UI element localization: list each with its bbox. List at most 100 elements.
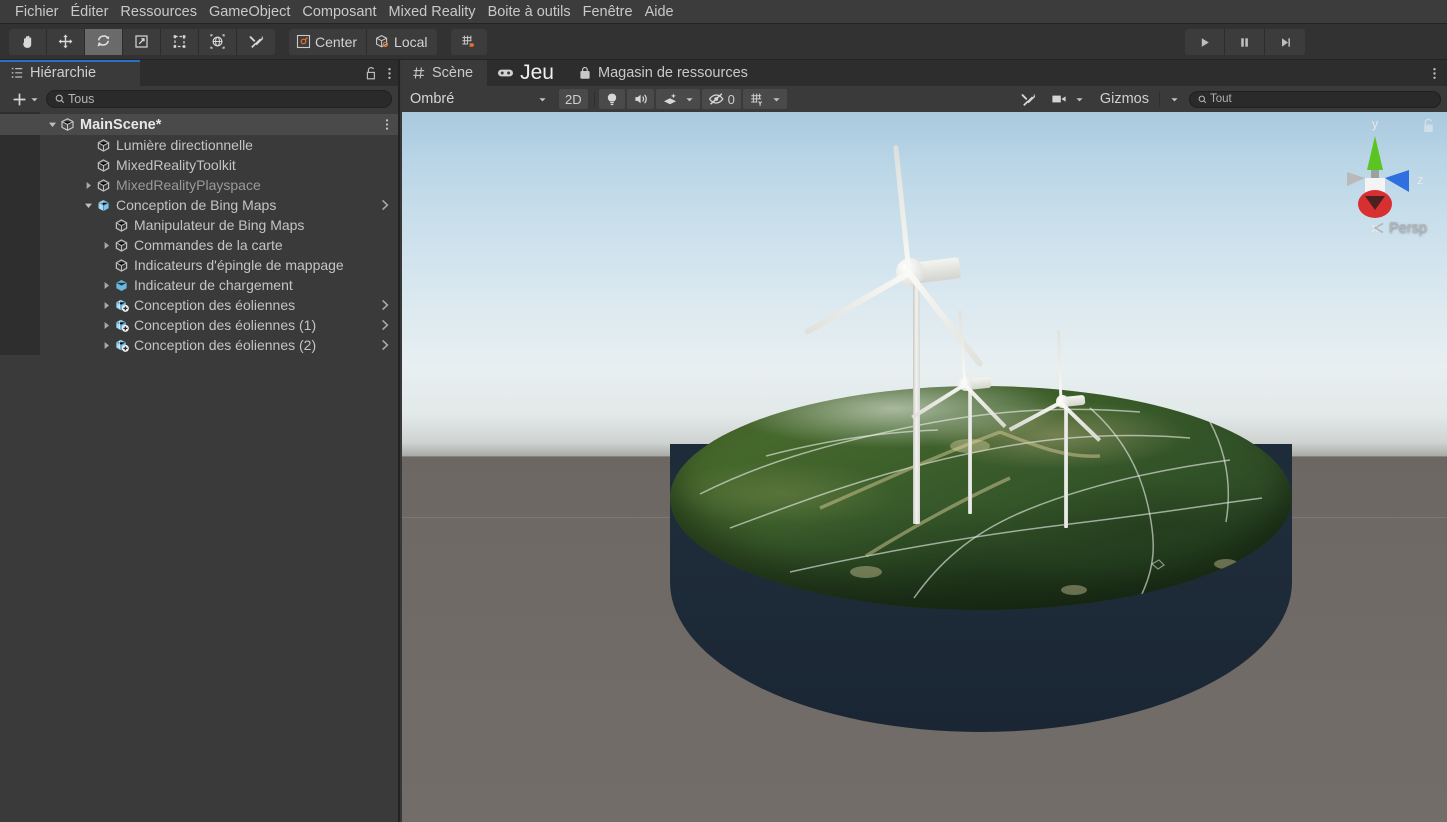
scene-panel-menu-kebab-icon[interactable] — [1432, 60, 1437, 86]
open-prefab-chevron-icon[interactable] — [380, 315, 390, 335]
menu-item-mixed-reality[interactable]: Mixed Reality — [383, 0, 482, 24]
chevron-down-icon[interactable] — [772, 95, 781, 104]
hierarchy-row[interactable]: Commandes de la carte — [0, 235, 398, 255]
turbine-mast — [1064, 402, 1068, 528]
gizmos-label: Gizmos — [1099, 91, 1149, 107]
expand-arrow-icon[interactable] — [100, 315, 113, 335]
expand-arrow-icon[interactable] — [82, 175, 95, 195]
scene-viewport[interactable]: y z x Persp — [402, 112, 1447, 822]
hierarchy-row[interactable]: Lumière directionnelle — [0, 135, 398, 155]
projection-mode-label[interactable]: Persp — [1372, 220, 1427, 236]
tab-scene[interactable]: Scène — [402, 60, 488, 86]
pause-button[interactable] — [1225, 29, 1265, 55]
menu-item-composant[interactable]: Composant — [296, 0, 382, 24]
move-tool-button[interactable] — [47, 28, 85, 55]
menu-item-fenetre[interactable]: Fenêtre — [577, 0, 639, 24]
shading-mode-dropdown[interactable]: Ombré — [408, 89, 553, 109]
scene-search-input[interactable]: Tout — [1189, 90, 1441, 108]
tab-jeu[interactable]: Jeu — [487, 60, 568, 86]
hierarchy-scene-row[interactable]: MainScene* — [0, 114, 398, 135]
expand-arrow-icon[interactable] — [100, 235, 113, 255]
hierarchy-search-input[interactable]: Tous — [46, 90, 392, 108]
store-icon — [580, 66, 590, 79]
chevron-down-icon[interactable] — [1075, 95, 1084, 104]
scene-row-kebab-icon[interactable] — [385, 114, 389, 135]
gizmos-button[interactable]: Gizmos — [1091, 89, 1183, 109]
pivot-mode-label: Center — [315, 33, 358, 50]
shading-mode-label: Ombré — [410, 91, 455, 107]
play-button[interactable] — [1185, 29, 1225, 55]
gameobject-icon — [95, 175, 112, 195]
hierarchy-menu-kebab-icon[interactable] — [387, 66, 392, 81]
collapse-arrow-icon[interactable] — [46, 115, 59, 135]
open-prefab-chevron-icon[interactable] — [380, 195, 390, 215]
expand-arrow-icon[interactable] — [100, 335, 113, 355]
scene-tools-button[interactable] — [1014, 89, 1043, 109]
custom-tool-button[interactable] — [237, 28, 275, 55]
toolbar-separator — [593, 91, 595, 107]
hierarchy-row[interactable]: Conception de Bing Maps — [0, 195, 398, 215]
chevron-down-icon — [31, 97, 38, 101]
collapse-arrow-icon[interactable] — [82, 195, 95, 215]
rotate-icon — [97, 35, 110, 47]
hierarchy-row[interactable]: MixedRealityPlayspace — [0, 175, 398, 195]
prefab-variant-icon — [115, 319, 129, 332]
hierarchy-row[interactable]: Conception des éoliennes (1) — [0, 315, 398, 335]
open-prefab-chevron-icon[interactable] — [380, 335, 390, 355]
hierarchy-row-label: Manipulateur de Bing Maps — [134, 217, 305, 233]
step-button[interactable] — [1265, 29, 1305, 55]
expand-arrow-icon[interactable] — [100, 275, 113, 295]
toggle-lighting-button[interactable] — [598, 89, 625, 109]
open-prefab-chevron-icon[interactable] — [380, 295, 390, 315]
svg-text:z: z — [1417, 172, 1424, 187]
expand-arrow-icon[interactable] — [100, 295, 113, 315]
hierarchy-row-label: MixedRealityToolkit — [116, 157, 236, 173]
hierarchy-row[interactable]: Indicateurs d'épingle de mappage — [0, 255, 398, 275]
transform-tool-button[interactable] — [199, 28, 237, 55]
chevron-down-icon[interactable] — [1170, 95, 1179, 104]
turbine-mast — [913, 274, 920, 524]
gameobject-icon — [115, 238, 128, 252]
menu-item-ressources[interactable]: Ressources — [114, 0, 203, 24]
grid-visibility-button[interactable] — [742, 89, 787, 109]
gameobject-icon — [113, 235, 130, 255]
menu-item-gameobject[interactable]: GameObject — [203, 0, 296, 24]
menu-item-editer[interactable]: Éditer — [65, 0, 115, 24]
menu-item-fichier[interactable]: Fichier — [9, 0, 65, 24]
hierarchy-row[interactable]: Indicateur de chargement — [0, 275, 398, 295]
scene-camera-button[interactable] — [1045, 89, 1090, 109]
pivot-mode-button[interactable]: Center — [289, 28, 368, 55]
grid-snap-button[interactable] — [450, 28, 487, 55]
toggle-2d-button[interactable]: 2D — [559, 89, 588, 109]
gamepad-icon — [498, 69, 514, 77]
scene-tabstrip: Scène Jeu Magasin de ressources — [402, 60, 1447, 86]
magasin-tab-label: Magasin de ressources — [597, 65, 748, 81]
row-indent — [0, 155, 82, 175]
hierarchy-row[interactable]: Manipulateur de Bing Maps — [0, 215, 398, 235]
hand-tool-button[interactable] — [9, 28, 47, 55]
tab-magasin-de-ressources[interactable]: Magasin de ressources — [568, 60, 762, 86]
prefab-variant-icon — [113, 315, 130, 335]
rect-tool-button[interactable] — [161, 28, 199, 55]
menu-item-aide[interactable]: Aide — [639, 0, 680, 24]
hierarchy-row[interactable]: Conception des éoliennes (2) — [0, 335, 398, 355]
hidden-objects-button[interactable]: 0 — [701, 89, 741, 109]
add-gameobject-button[interactable] — [8, 89, 42, 110]
wind-turbine-3[interactable] — [1008, 312, 1117, 528]
chevron-down-icon[interactable] — [685, 95, 694, 104]
menu-item-boite-a-outils[interactable]: Boite à outils — [482, 0, 577, 24]
wind-turbine-2[interactable] — [911, 302, 1022, 514]
hierarchy-row[interactable]: MixedRealityToolkit — [0, 155, 398, 175]
viewport-lock-icon[interactable] — [1421, 117, 1437, 140]
lock-icon[interactable] — [365, 66, 378, 81]
transform-icon — [210, 34, 225, 49]
hierarchy-search-value: Tous — [68, 92, 95, 106]
handle-rotation-button[interactable]: Local — [367, 28, 437, 55]
tab-hierarchie[interactable]: Hiérarchie — [0, 60, 140, 86]
rotate-tool-button[interactable] — [85, 28, 123, 55]
row-indent — [0, 135, 82, 155]
hierarchy-row[interactable]: Conception des éoliennes — [0, 295, 398, 315]
toggle-effects-button[interactable] — [655, 89, 700, 109]
scale-tool-button[interactable] — [123, 28, 161, 55]
toggle-audio-button[interactable] — [626, 89, 654, 109]
